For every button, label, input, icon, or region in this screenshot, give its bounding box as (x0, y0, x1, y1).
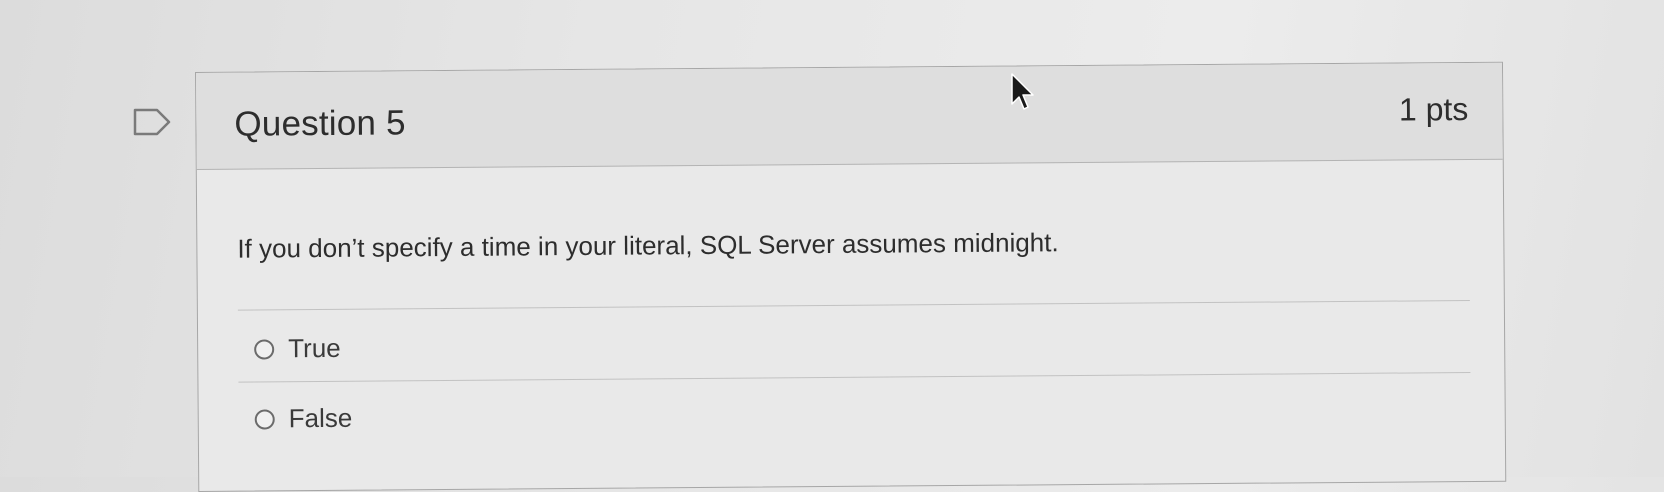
answer-divider (237, 299, 1470, 311)
question-header: Question 5 1 pts (196, 62, 1503, 170)
mouse-pointer-icon (1011, 73, 1034, 110)
answer-option-true[interactable]: True (254, 333, 341, 365)
flag-icon[interactable] (133, 108, 173, 136)
radio-button-false[interactable] (254, 408, 275, 430)
answer-divider (238, 371, 1471, 383)
question-card: Question 5 1 pts If you don’t specify a … (195, 61, 1507, 492)
radio-button-true[interactable] (254, 338, 275, 360)
answer-label-false: False (288, 402, 353, 434)
question-body: If you don’t specify a time in your lite… (197, 160, 1505, 490)
question-title: Question 5 (234, 103, 406, 144)
answer-label-true: True (288, 332, 341, 364)
question-points: 1 pts (1398, 91, 1469, 128)
answer-option-false[interactable]: False (254, 402, 353, 435)
question-text: If you don’t specify a time in your lite… (237, 227, 1059, 264)
